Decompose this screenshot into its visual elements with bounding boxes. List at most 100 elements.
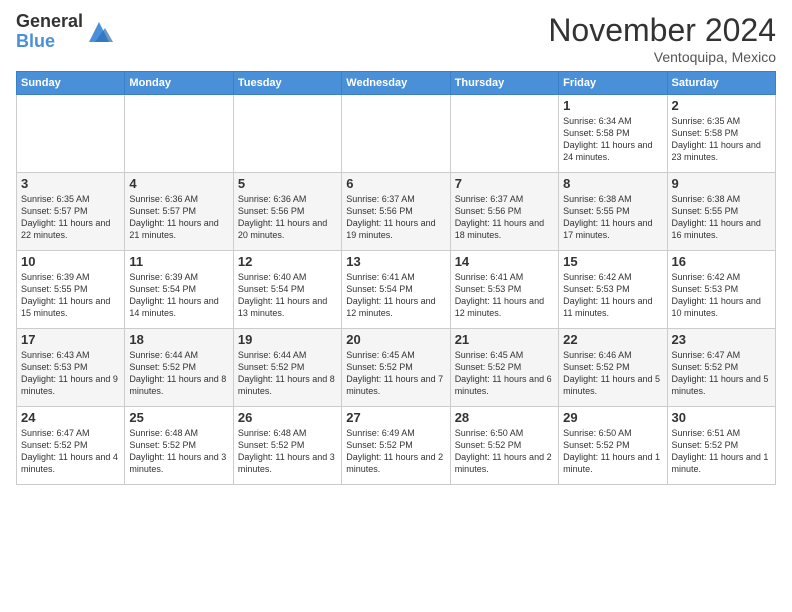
page-header: General Blue November 2024 Ventoquipa, M… [16, 12, 776, 65]
day-info: Sunrise: 6:41 AM Sunset: 5:53 PM Dayligh… [455, 271, 554, 320]
day-number: 24 [21, 410, 120, 425]
day-info: Sunrise: 6:37 AM Sunset: 5:56 PM Dayligh… [346, 193, 445, 242]
day-number: 21 [455, 332, 554, 347]
calendar-week-row: 10 Sunrise: 6:39 AM Sunset: 5:55 PM Dayli… [17, 251, 776, 329]
table-row [450, 95, 558, 173]
table-row: 1 Sunrise: 6:34 AM Sunset: 5:58 PM Daylig… [559, 95, 667, 173]
month-title: November 2024 [548, 12, 776, 49]
table-row: 6 Sunrise: 6:37 AM Sunset: 5:56 PM Daylig… [342, 173, 450, 251]
day-number: 30 [672, 410, 771, 425]
col-monday: Monday [125, 72, 233, 95]
day-info: Sunrise: 6:38 AM Sunset: 5:55 PM Dayligh… [563, 193, 662, 242]
table-row: 3Sunrise: 6:35 AM Sunset: 5:57 PM Daylig… [17, 173, 125, 251]
col-wednesday: Wednesday [342, 72, 450, 95]
table-row: 21 Sunrise: 6:45 AM Sunset: 5:52 PM Dayli… [450, 329, 558, 407]
day-info: Sunrise: 6:49 AM Sunset: 5:52 PM Dayligh… [346, 427, 445, 476]
table-row: 7Sunrise: 6:37 AM Sunset: 5:56 PM Daylig… [450, 173, 558, 251]
calendar-body: 1 Sunrise: 6:34 AM Sunset: 5:58 PM Daylig… [17, 95, 776, 485]
day-number: 3 [21, 176, 120, 191]
table-row [125, 95, 233, 173]
logo: General Blue [16, 12, 113, 52]
day-number: 10 [21, 254, 120, 269]
day-info: Sunrise: 6:47 AM Sunset: 5:52 PM Dayligh… [21, 427, 120, 476]
table-row [342, 95, 450, 173]
day-info: Sunrise: 6:47 AM Sunset: 5:52 PM Dayligh… [672, 349, 771, 398]
day-number: 6 [346, 176, 445, 191]
col-thursday: Thursday [450, 72, 558, 95]
day-number: 1 [563, 98, 662, 113]
table-row: 17 Sunrise: 6:43 AM Sunset: 5:53 PM Dayli… [17, 329, 125, 407]
day-info: Sunrise: 6:38 AM Sunset: 5:55 PM Dayligh… [672, 193, 771, 242]
day-info: Sunrise: 6:40 AM Sunset: 5:54 PM Dayligh… [238, 271, 337, 320]
table-row: 28 Sunrise: 6:50 AM Sunset: 5:52 PM Dayli… [450, 407, 558, 485]
logo-general: General [16, 12, 83, 32]
day-info: Sunrise: 6:43 AM Sunset: 5:53 PM Dayligh… [21, 349, 120, 398]
day-number: 29 [563, 410, 662, 425]
day-number: 23 [672, 332, 771, 347]
logo-icon [85, 18, 113, 46]
day-info: Sunrise: 6:44 AM Sunset: 5:52 PM Dayligh… [129, 349, 228, 398]
table-row: 9 Sunrise: 6:38 AM Sunset: 5:55 PM Daylig… [667, 173, 775, 251]
table-row: 23 Sunrise: 6:47 AM Sunset: 5:52 PM Dayli… [667, 329, 775, 407]
table-row: 2 Sunrise: 6:35 AM Sunset: 5:58 PM Daylig… [667, 95, 775, 173]
table-row: 5Sunrise: 6:36 AM Sunset: 5:56 PM Daylig… [233, 173, 341, 251]
table-row: 24 Sunrise: 6:47 AM Sunset: 5:52 PM Dayli… [17, 407, 125, 485]
day-number: 9 [672, 176, 771, 191]
logo-text: General Blue [16, 12, 83, 52]
calendar-table: Sunday Monday Tuesday Wednesday Thursday… [16, 71, 776, 485]
day-info: Sunrise: 6:48 AM Sunset: 5:52 PM Dayligh… [238, 427, 337, 476]
day-info: Sunrise: 6:39 AM Sunset: 5:54 PM Dayligh… [129, 271, 228, 320]
day-info: Sunrise: 6:35 AM Sunset: 5:58 PM Dayligh… [672, 115, 771, 164]
day-number: 7 [455, 176, 554, 191]
day-number: 22 [563, 332, 662, 347]
col-saturday: Saturday [667, 72, 775, 95]
table-row: 25Sunrise: 6:48 AM Sunset: 5:52 PM Dayli… [125, 407, 233, 485]
day-info: Sunrise: 6:50 AM Sunset: 5:52 PM Dayligh… [455, 427, 554, 476]
day-info: Sunrise: 6:45 AM Sunset: 5:52 PM Dayligh… [455, 349, 554, 398]
day-number: 8 [563, 176, 662, 191]
day-number: 18 [129, 332, 228, 347]
day-info: Sunrise: 6:44 AM Sunset: 5:52 PM Dayligh… [238, 349, 337, 398]
table-row: 19 Sunrise: 6:44 AM Sunset: 5:52 PM Dayli… [233, 329, 341, 407]
day-number: 19 [238, 332, 337, 347]
day-info: Sunrise: 6:48 AM Sunset: 5:52 PM Dayligh… [129, 427, 228, 476]
day-number: 15 [563, 254, 662, 269]
table-row: 22 Sunrise: 6:46 AM Sunset: 5:52 PM Dayli… [559, 329, 667, 407]
calendar-week-row: 1 Sunrise: 6:34 AM Sunset: 5:58 PM Daylig… [17, 95, 776, 173]
table-row [17, 95, 125, 173]
col-friday: Friday [559, 72, 667, 95]
table-row: 27Sunrise: 6:49 AM Sunset: 5:52 PM Dayli… [342, 407, 450, 485]
col-tuesday: Tuesday [233, 72, 341, 95]
table-row [233, 95, 341, 173]
day-info: Sunrise: 6:41 AM Sunset: 5:54 PM Dayligh… [346, 271, 445, 320]
table-row: 10 Sunrise: 6:39 AM Sunset: 5:55 PM Dayli… [17, 251, 125, 329]
day-number: 16 [672, 254, 771, 269]
table-row: 13 Sunrise: 6:41 AM Sunset: 5:54 PM Dayli… [342, 251, 450, 329]
day-info: Sunrise: 6:36 AM Sunset: 5:57 PM Dayligh… [129, 193, 228, 242]
day-number: 4 [129, 176, 228, 191]
day-info: Sunrise: 6:46 AM Sunset: 5:52 PM Dayligh… [563, 349, 662, 398]
calendar-header: Sunday Monday Tuesday Wednesday Thursday… [17, 72, 776, 95]
page-container: General Blue November 2024 Ventoquipa, M… [0, 0, 792, 493]
day-number: 11 [129, 254, 228, 269]
day-info: Sunrise: 6:51 AM Sunset: 5:52 PM Dayligh… [672, 427, 771, 476]
table-row: 16Sunrise: 6:42 AM Sunset: 5:53 PM Dayli… [667, 251, 775, 329]
calendar-week-row: 24 Sunrise: 6:47 AM Sunset: 5:52 PM Dayli… [17, 407, 776, 485]
col-sunday: Sunday [17, 72, 125, 95]
day-number: 28 [455, 410, 554, 425]
day-number: 20 [346, 332, 445, 347]
location: Ventoquipa, Mexico [548, 49, 776, 65]
table-row: 15 Sunrise: 6:42 AM Sunset: 5:53 PM Dayli… [559, 251, 667, 329]
day-number: 14 [455, 254, 554, 269]
day-info: Sunrise: 6:34 AM Sunset: 5:58 PM Dayligh… [563, 115, 662, 164]
header-row: Sunday Monday Tuesday Wednesday Thursday… [17, 72, 776, 95]
day-number: 17 [21, 332, 120, 347]
day-info: Sunrise: 6:50 AM Sunset: 5:52 PM Dayligh… [563, 427, 662, 476]
day-number: 2 [672, 98, 771, 113]
table-row: 8 Sunrise: 6:38 AM Sunset: 5:55 PM Daylig… [559, 173, 667, 251]
table-row: 14 Sunrise: 6:41 AM Sunset: 5:53 PM Dayli… [450, 251, 558, 329]
table-row: 18 Sunrise: 6:44 AM Sunset: 5:52 PM Dayli… [125, 329, 233, 407]
day-number: 13 [346, 254, 445, 269]
day-info: Sunrise: 6:39 AM Sunset: 5:55 PM Dayligh… [21, 271, 120, 320]
day-info: Sunrise: 6:42 AM Sunset: 5:53 PM Dayligh… [563, 271, 662, 320]
